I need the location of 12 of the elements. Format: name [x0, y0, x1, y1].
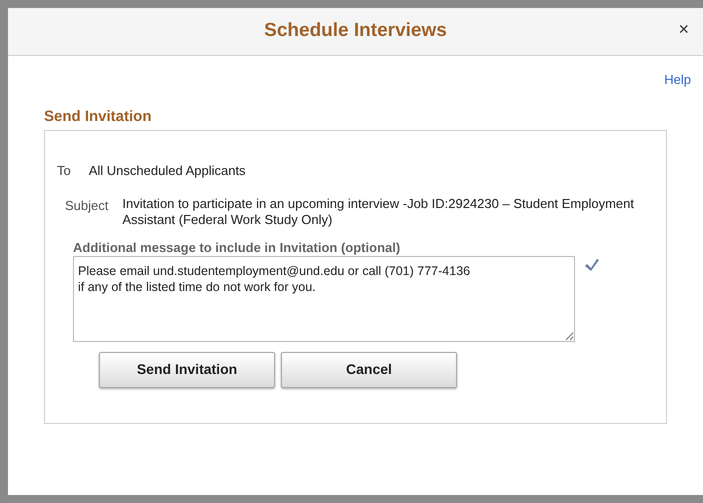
message-field[interactable]: Please email und.studentemployment@und.edu or call (701) 777-4136 if any of the listed time do not work for you. — [73, 256, 575, 342]
message-label: Additional message to include in Invitation (optional) — [72, 240, 402, 256]
subject-value: Invitation to participate in an upcoming interview -Job ID:2924230 – Student Employment Assistant (Federal Work Study Only) — [122, 196, 636, 228]
help-link[interactable]: Help — [664, 70, 691, 90]
section-title: Send Invitation — [44, 106, 153, 126]
to-label: To — [57, 162, 71, 180]
send-invitation-button[interactable]: Send Invitation — [99, 352, 275, 388]
cancel-button[interactable]: Cancel — [281, 352, 457, 388]
window-title: Schedule Interviews — [264, 19, 447, 44]
to-value: All Unscheduled Applicants — [88, 162, 246, 180]
close-button[interactable]: × — [678, 20, 689, 38]
subject-label: Subject — [65, 196, 108, 215]
